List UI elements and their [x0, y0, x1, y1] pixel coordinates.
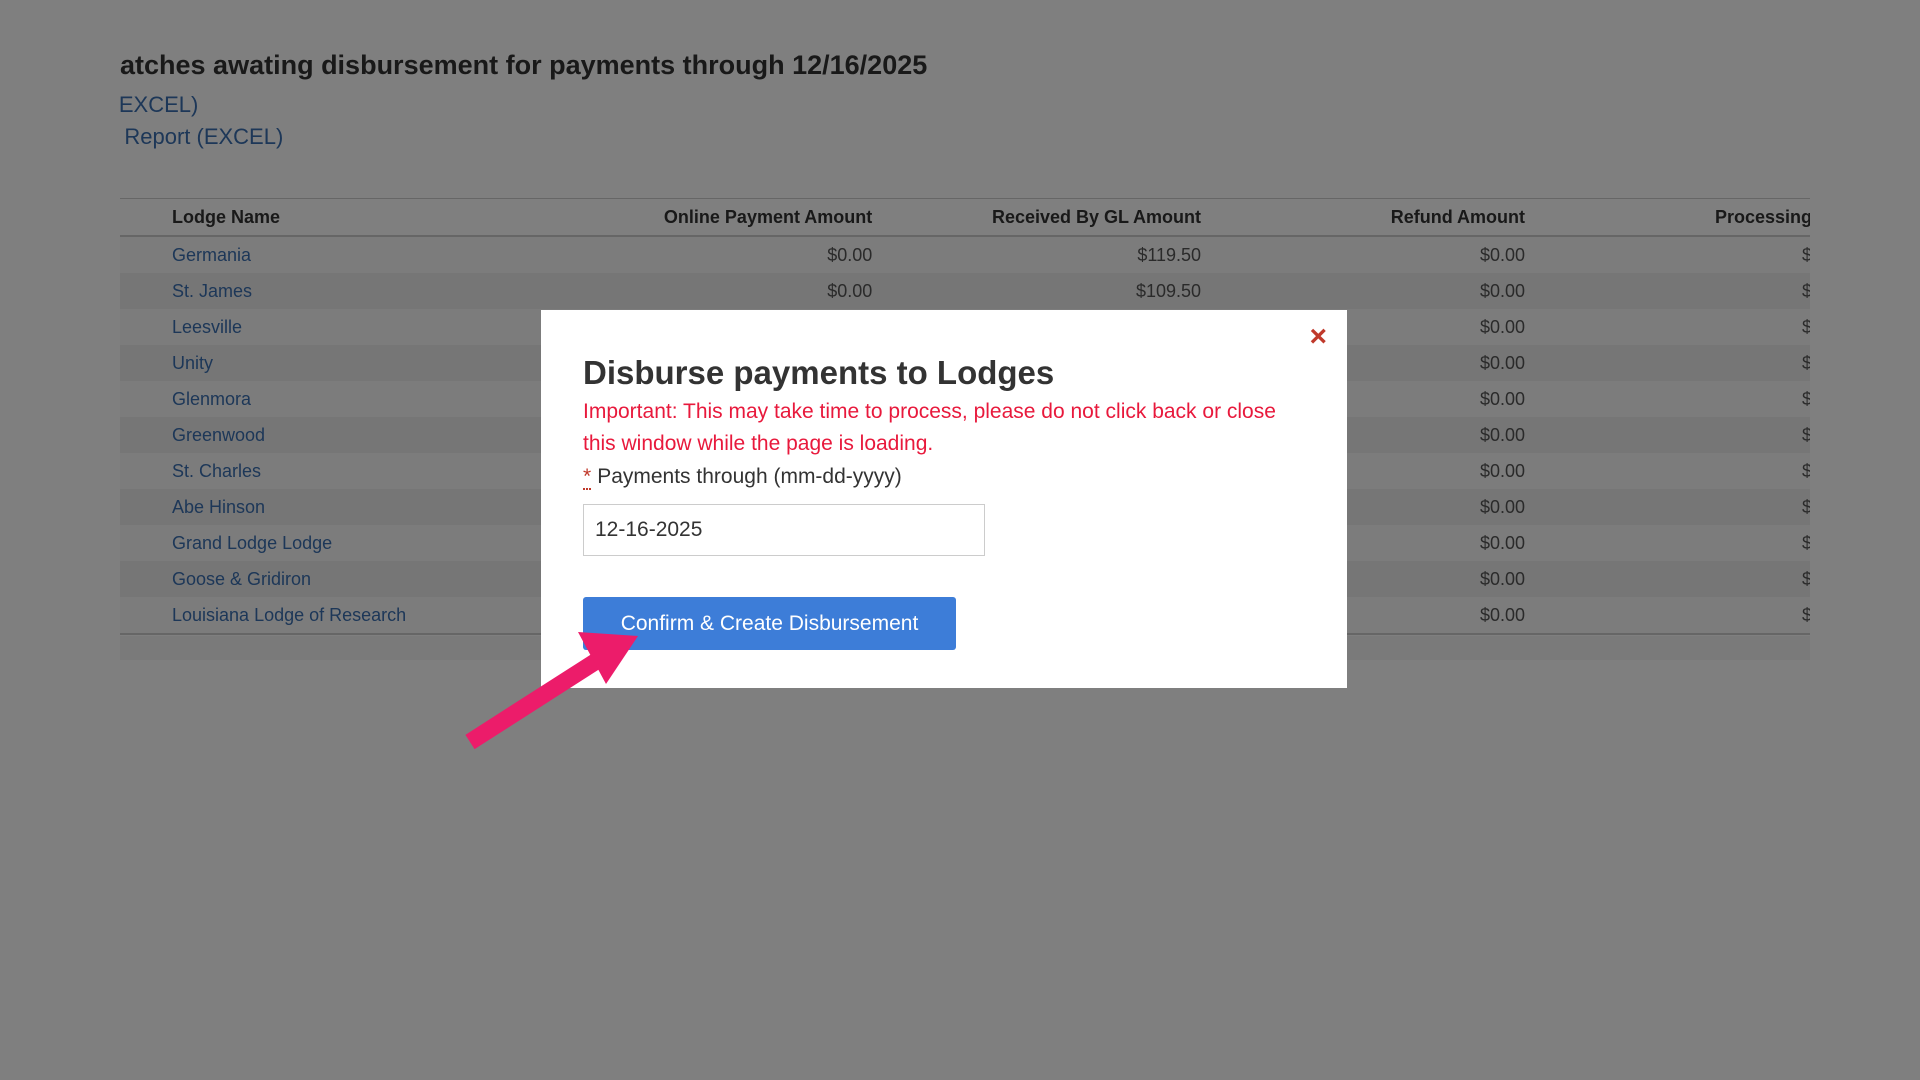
warning-message: Important: This may take time to process…	[583, 400, 1276, 455]
modal-title: Disburse payments to Lodges	[583, 354, 1055, 391]
confirm-create-disbursement-button[interactable]: Confirm & Create Disbursement	[583, 597, 956, 650]
payments-through-label-text: Payments through (mm-dd-yyyy)	[597, 465, 902, 488]
payments-through-label: * Payments through (mm-dd-yyyy)	[583, 462, 1305, 492]
required-marker: *	[583, 465, 592, 490]
close-icon[interactable]: ×	[1309, 322, 1327, 352]
payments-through-date-input[interactable]	[583, 504, 985, 556]
disburse-modal: × Disburse payments to Lodges Important:…	[541, 310, 1347, 688]
